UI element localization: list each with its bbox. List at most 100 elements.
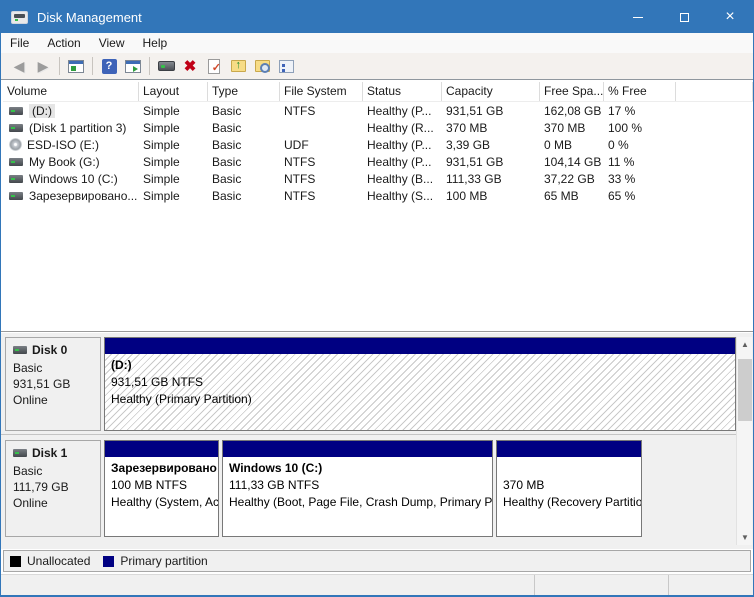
volume-label: (Disk 1 partition 3): [29, 121, 126, 135]
partition-d[interactable]: (D:) 931,51 GB NTFS Healthy (Primary Par…: [104, 337, 736, 431]
volume-label: My Book (G:): [29, 155, 100, 169]
menubar: File Action View Help: [1, 33, 753, 53]
header-cell-status[interactable]: Status: [363, 82, 442, 101]
disk-device-button[interactable]: [156, 56, 176, 76]
cell-type: Basic: [208, 119, 280, 136]
disk-size: 931,51 GB: [13, 376, 100, 392]
cell-free-space: 0 MB: [540, 136, 604, 153]
menu-item-view[interactable]: View: [90, 33, 134, 53]
cell-layout: Simple: [139, 187, 208, 204]
volume-row-disk1-partition3[interactable]: (Disk 1 partition 3) Simple Basic Health…: [3, 119, 753, 136]
header-cell-capacity[interactable]: Capacity: [442, 82, 540, 101]
partition-health: Healthy (Boot, Page File, Crash Dump, Pr…: [229, 494, 492, 511]
cell-capacity: 931,51 GB: [442, 102, 540, 119]
volume-row-my-book[interactable]: My Book (G:) Simple Basic NTFS Healthy (…: [3, 153, 753, 170]
scroll-down-button[interactable]: ▼: [737, 530, 753, 545]
cell-status: Healthy (R...: [363, 119, 442, 136]
cell-file-system: NTFS: [280, 170, 363, 187]
view-options-button[interactable]: [276, 56, 296, 76]
disk-management-window: Disk Management × File Action View Help …: [0, 0, 754, 597]
minimize-button[interactable]: [615, 1, 661, 33]
disk-name: Disk 0: [32, 343, 67, 357]
primary-partition-band: [223, 441, 492, 457]
show-action-pane-button[interactable]: [123, 56, 143, 76]
volume-list-pane: Volume Layout Type File System Status Ca…: [1, 80, 753, 332]
cell-type: Basic: [208, 187, 280, 204]
cell-layout: Simple: [139, 170, 208, 187]
disk-name: Disk 1: [32, 446, 67, 460]
cell-file-system: [280, 119, 363, 136]
cell-capacity: 3,39 GB: [442, 136, 540, 153]
volume-row-d[interactable]: (D:) Simple Basic NTFS Healthy (P... 931…: [3, 102, 753, 119]
cell-pct-free: 33 %: [604, 170, 676, 187]
menu-item-file[interactable]: File: [1, 33, 38, 53]
drive-icon: [9, 175, 23, 183]
legend-unallocated: Unallocated: [10, 554, 90, 568]
partition-system-reserved[interactable]: Зарезервировано 100 MB NTFS Healthy (Sys…: [104, 440, 219, 537]
partition-windows-c[interactable]: Windows 10 (C:) 111,33 GB NTFS Healthy (…: [222, 440, 493, 537]
volume-table-header: Volume Layout Type File System Status Ca…: [3, 82, 753, 102]
cell-capacity: 931,51 GB: [442, 153, 540, 170]
legend-label: Primary partition: [120, 554, 207, 568]
scroll-thumb[interactable]: [738, 359, 752, 421]
disk1-strip: Зарезервировано 100 MB NTFS Healthy (Sys…: [104, 440, 735, 537]
partition-title: (D:): [111, 357, 735, 374]
menu-item-action[interactable]: Action: [38, 33, 89, 53]
open-folder-button[interactable]: [228, 56, 248, 76]
header-cell-volume[interactable]: Volume: [3, 82, 139, 101]
toolbar-separator: [92, 57, 93, 75]
partition-body: Windows 10 (C:) 111,33 GB NTFS Healthy (…: [223, 457, 492, 536]
disk1-info-panel[interactable]: Disk 1 Basic 111,79 GB Online: [5, 440, 101, 537]
volume-row-windows10[interactable]: Windows 10 (C:) Simple Basic NTFS Health…: [3, 170, 753, 187]
action-pane-icon: [125, 60, 141, 73]
forward-button[interactable]: ▶: [33, 56, 53, 76]
header-cell-blank[interactable]: [676, 82, 753, 101]
partition-health: Healthy (Recovery Partition): [503, 494, 641, 511]
explore-button[interactable]: [252, 56, 272, 76]
maximize-button[interactable]: [661, 1, 707, 33]
legend-bar: Unallocated Primary partition: [3, 550, 751, 572]
volume-row-esd-iso[interactable]: ESD-ISO (E:) Simple Basic UDF Healthy (P…: [3, 136, 753, 153]
cell-capacity: 111,33 GB: [442, 170, 540, 187]
volume-row-system-reserved[interactable]: Зарезервировано... Simple Basic NTFS Hea…: [3, 187, 753, 204]
partition-health: Healthy (System, Active, Primary Partiti…: [111, 494, 218, 511]
partition-size-fs: 100 MB NTFS: [111, 477, 218, 494]
vertical-scrollbar[interactable]: ▲ ▼: [736, 337, 752, 545]
header-cell-pct-free[interactable]: % Free: [604, 82, 676, 101]
volume-label: Зарезервировано...: [29, 189, 137, 203]
toolbar-separator: [59, 57, 60, 75]
scroll-up-button[interactable]: ▲: [737, 337, 753, 352]
legend-primary-partition: Primary partition: [103, 554, 207, 568]
status-section: [668, 575, 753, 596]
delete-volume-button[interactable]: ✖: [180, 56, 200, 76]
header-cell-free-space[interactable]: Free Spa...: [540, 82, 604, 101]
cell-pct-free: 11 %: [604, 153, 676, 170]
drive-icon: [9, 124, 23, 132]
header-cell-type[interactable]: Type: [208, 82, 280, 101]
graphical-view-pane: Disk 0 Basic 931,51 GB Online (D:) 931,5…: [1, 333, 753, 549]
cell-capacity: 370 MB: [442, 119, 540, 136]
drive-icon: [9, 192, 23, 200]
menu-item-help[interactable]: Help: [134, 33, 177, 53]
partition-recovery[interactable]: 370 MB Healthy (Recovery Partition): [496, 440, 642, 537]
disk-size: 111,79 GB: [13, 479, 100, 495]
primary-partition-band: [105, 441, 218, 457]
minimize-icon: [633, 17, 643, 18]
help-button[interactable]: ?: [99, 56, 119, 76]
show-console-tree-button[interactable]: [66, 56, 86, 76]
back-button[interactable]: ◀: [9, 56, 29, 76]
window-title: Disk Management: [37, 10, 142, 25]
checklist-icon: [279, 60, 294, 73]
cell-file-system: UDF: [280, 136, 363, 153]
disk0-info-panel[interactable]: Disk 0 Basic 931,51 GB Online: [5, 337, 101, 431]
disk-type: Basic: [13, 463, 100, 479]
header-cell-file-system[interactable]: File System: [280, 82, 363, 101]
cell-file-system: NTFS: [280, 153, 363, 170]
mark-active-button[interactable]: [204, 56, 224, 76]
cell-type: Basic: [208, 170, 280, 187]
cell-type: Basic: [208, 136, 280, 153]
header-cell-layout[interactable]: Layout: [139, 82, 208, 101]
volume-label: (D:): [29, 104, 55, 118]
disk0-row: Disk 0 Basic 931,51 GB Online (D:) 931,5…: [1, 333, 737, 435]
close-button[interactable]: ×: [707, 1, 753, 33]
